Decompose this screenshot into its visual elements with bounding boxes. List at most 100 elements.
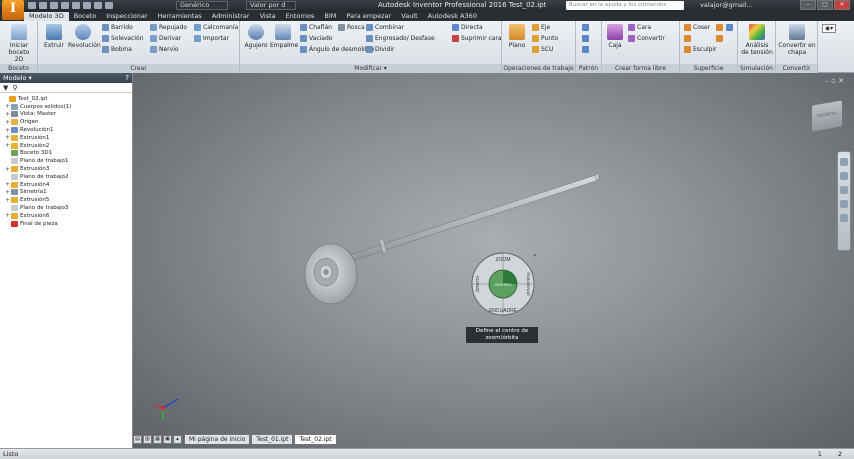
part-hub[interactable] [304, 243, 358, 305]
tile-vertical-icon[interactable]: ▥ [143, 435, 152, 444]
combine-button[interactable]: Combinar [366, 24, 404, 31]
rib-button[interactable]: Nervio [150, 46, 179, 53]
ribbon-options-button[interactable]: ◉▾ [822, 24, 836, 33]
ribbon-tab[interactable]: Autodesk A360 [423, 12, 482, 21]
tree-expander-icon[interactable]: + [4, 103, 11, 110]
tree-expander-icon[interactable]: + [4, 212, 11, 219]
tree-expander-icon[interactable]: + [4, 189, 11, 196]
tree-item[interactable]: + Extrusión3 [0, 165, 132, 173]
ribbon-tab[interactable]: BIM [319, 12, 341, 21]
tree-item[interactable]: + Extrusión1 [0, 134, 132, 142]
emboss-button[interactable]: Repujado [150, 24, 187, 31]
work-axis-button[interactable]: Eje [532, 24, 550, 31]
loft-button[interactable]: Solevación [102, 35, 144, 42]
ribbon-tab[interactable]: Vista [255, 12, 281, 21]
close-icon[interactable]: ? [125, 73, 129, 83]
wheel-close-icon[interactable]: ✕ [533, 253, 536, 259]
application-menu-button[interactable]: I [2, 0, 24, 20]
tree-expander-icon[interactable]: + [4, 181, 11, 188]
patch-button[interactable] [684, 35, 691, 42]
tree-expander-icon[interactable]: + [4, 197, 11, 204]
tree-expander-icon[interactable]: + [4, 142, 11, 149]
face-button[interactable]: Cara [628, 24, 651, 31]
document-tab[interactable]: Test_02.ipt [294, 434, 337, 444]
browser-title[interactable]: Modelo ▾ [3, 74, 32, 82]
ribbon-tab[interactable]: Vault [396, 12, 422, 21]
ribbon-tab[interactable]: Entornos [281, 12, 320, 21]
wheel-orbit-label[interactable]: ÓRBITA [474, 276, 480, 292]
save-icon[interactable] [50, 2, 58, 9]
redo-icon[interactable] [72, 2, 80, 9]
direct-edit-button[interactable]: Directa [452, 24, 483, 31]
sweep-button[interactable]: Barrido [102, 24, 133, 31]
tree-item[interactable]: Test_02.ipt [0, 95, 132, 103]
home-icon[interactable] [83, 2, 91, 9]
user-account[interactable]: valajor@gmail... [700, 1, 753, 9]
hole-button[interactable]: Agujero [244, 24, 268, 49]
tree-item[interactable]: + Cuerpos sólidos(1) [0, 103, 132, 111]
tree-expander-icon[interactable]: + [4, 127, 11, 134]
graphics-viewport[interactable]: – ▫ ✕ FRONTAL ZOOM ENCUADRE ÓRBITA REBOB… [133, 73, 854, 448]
fillet-button[interactable]: Empalme [270, 24, 298, 49]
document-tab[interactable]: Mi página de inicio [184, 434, 251, 444]
tree-item[interactable]: + Simetría1 [0, 189, 132, 197]
tree-item[interactable]: + Extrusión6 [0, 212, 132, 220]
chamfer-button[interactable]: Chaflán [300, 24, 332, 31]
appearance-dropdown[interactable]: Valor por d [246, 1, 296, 10]
tile-horizontal-icon[interactable]: ▤ [133, 435, 142, 444]
circular-pattern-button[interactable] [582, 35, 589, 42]
material-dropdown[interactable]: Genérico [176, 1, 228, 10]
wheel-pan-label[interactable]: ENCUADRE [489, 308, 518, 314]
box-button[interactable]: Caja [606, 24, 624, 49]
ribbon-tab[interactable]: Administrar [207, 12, 255, 21]
ribbon-tab[interactable]: Modelo 3D [24, 12, 69, 21]
part-rod[interactable] [317, 173, 600, 272]
convert-to-sheet-metal-button[interactable]: Convertir en chapa [777, 24, 817, 56]
select-icon[interactable] [94, 2, 102, 9]
tree-expander-icon[interactable]: + [4, 134, 11, 141]
extend-button[interactable] [716, 35, 723, 42]
tree-item[interactable]: + Origen [0, 118, 132, 126]
tree-item[interactable]: Plano de trabajo2 [0, 173, 132, 181]
stress-analysis-button[interactable]: Análisis de tensión [740, 24, 774, 56]
ribbon-tab[interactable]: Boceto [69, 12, 102, 21]
delete-face-button[interactable]: Suprimir cara [452, 35, 502, 42]
cascade-icon[interactable]: ▦ [153, 435, 162, 444]
tree-item[interactable]: Final de pieza [0, 220, 132, 228]
convert-freeform-button[interactable]: Convertir [628, 35, 665, 42]
wheel-rewind-label[interactable]: REBOBINAR [526, 272, 531, 296]
tree-item[interactable]: + Extrusión5 [0, 196, 132, 204]
stitch-button[interactable]: Coser [684, 24, 710, 31]
help-search-input[interactable]: Buscar en la ayuda y los comandos [566, 1, 684, 10]
maximize-button[interactable]: □ [817, 0, 833, 10]
minimize-button[interactable]: – [800, 0, 816, 10]
trim-button[interactable] [716, 24, 723, 31]
replace-face-button[interactable] [726, 24, 733, 31]
decal-button[interactable]: Calcomanía [194, 24, 238, 31]
tree-item[interactable]: + Extrusión2 [0, 142, 132, 150]
tree-item[interactable]: Boceto 3D1 [0, 150, 132, 158]
shell-button[interactable]: Vaciado [300, 35, 332, 42]
tree-item[interactable]: + Vista: Master [0, 111, 132, 119]
ribbon-tab[interactable]: Para empezar [341, 12, 396, 21]
undo-icon[interactable] [61, 2, 69, 9]
work-point-button[interactable]: Punto [532, 35, 558, 42]
arrange-icon[interactable]: ▣ [163, 435, 172, 444]
document-tab[interactable]: Test_01.ipt [251, 434, 294, 444]
filter-icon[interactable]: ▼ [3, 84, 8, 92]
start-2d-sketch-button[interactable]: Iniciar boceto 2D [4, 24, 34, 63]
split-button[interactable]: Dividir [366, 46, 394, 53]
thread-button[interactable]: Rosca [338, 24, 365, 31]
extrude-button[interactable]: Extruir [42, 24, 66, 49]
derive-button[interactable]: Derivar [150, 35, 181, 42]
tree-item[interactable]: + Revolución1 [0, 126, 132, 134]
thicken-button[interactable]: Engrosado/ Desfase [366, 35, 435, 42]
mirror-button[interactable] [582, 46, 589, 53]
tree-item[interactable]: Plano de trabajo3 [0, 204, 132, 212]
update-icon[interactable] [105, 2, 113, 9]
work-plane-button[interactable]: Plano [506, 24, 528, 49]
tree-item[interactable]: + Extrusión4 [0, 181, 132, 189]
tree-expander-icon[interactable]: + [4, 166, 11, 173]
sculpt-button[interactable]: Esculpir [684, 46, 717, 53]
import-button[interactable]: Importar [194, 35, 229, 42]
